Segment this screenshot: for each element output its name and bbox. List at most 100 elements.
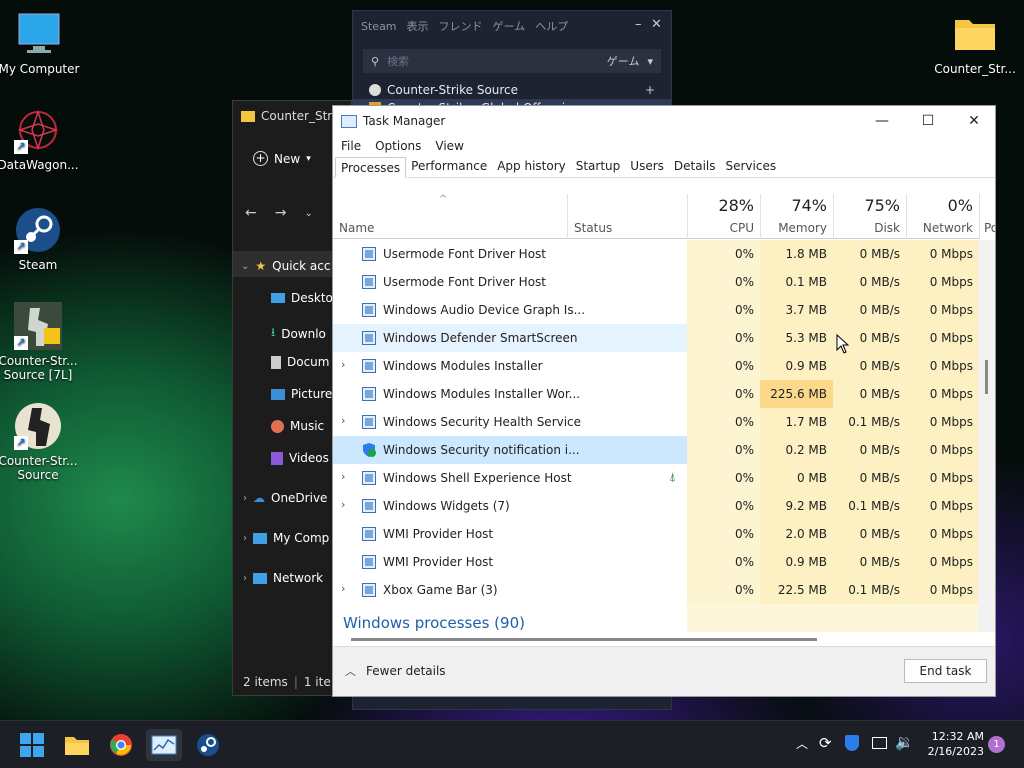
process-icon [361, 302, 377, 318]
desktop-icon-my-computer[interactable]: My Computer [0, 10, 81, 76]
fewer-details-link[interactable]: Fewer details [366, 664, 446, 678]
tab-details[interactable]: Details [669, 156, 721, 177]
nav-downloads[interactable]: ⭳ Downlo [271, 323, 326, 344]
process-row[interactable]: › Windows Shell Experience Host ⍋ 0% 0 MB 0 M… [333, 464, 979, 492]
nav-network[interactable]: › Network [243, 571, 323, 585]
steam-menu-help[interactable]: ヘルプ [535, 18, 568, 34]
process-row[interactable]: › Windows Security Health Service 0% 1.7 MB… [333, 408, 979, 436]
nav-videos[interactable]: Videos [271, 451, 329, 465]
task-manager-titlebar[interactable]: Task Manager — ☐ ✕ [333, 106, 995, 136]
vertical-scrollbar[interactable] [978, 240, 995, 632]
nav-music[interactable]: Music [271, 419, 324, 433]
desktop-icon-css-7l[interactable]: ↗ Counter-Str... Source [7L] [0, 302, 80, 382]
taskbar-file-explorer[interactable] [59, 729, 95, 761]
shortcut-arrow-icon: ↗ [14, 140, 28, 154]
process-row[interactable]: WMI Provider Host 0% 0.9 MB 0 MB/s 0 Mbps [333, 548, 979, 576]
nav-my-computer[interactable]: › My Comp [243, 531, 329, 545]
scrollbar-thumb[interactable] [351, 638, 817, 641]
steam-search-bar[interactable]: ⚲ 検索 ゲーム ▾ [363, 49, 661, 73]
memory-total-pct: 74% [791, 196, 827, 215]
process-row[interactable]: › Windows Modules Installer 0% 0.9 MB 0 MB/s… [333, 352, 979, 380]
back-arrow-icon[interactable]: ← [245, 205, 257, 221]
menu-options[interactable]: Options [375, 139, 421, 153]
tab-processes[interactable]: Processes [335, 157, 407, 178]
maximize-button[interactable]: ☐ [905, 106, 951, 136]
column-status[interactable]: Status [567, 194, 687, 239]
menu-view[interactable]: View [435, 139, 463, 153]
process-disk: 0 MB/s [833, 268, 906, 296]
expand-chevron-icon[interactable]: › [341, 358, 345, 371]
nav-desktop[interactable]: Desktop [271, 291, 341, 305]
process-row[interactable]: Windows Modules Installer Wor... 0% 225.6 … [333, 380, 979, 408]
close-icon[interactable]: ✕ [651, 17, 662, 32]
start-button[interactable] [14, 729, 50, 761]
column-power[interactable]: Po [979, 194, 995, 239]
steam-menu-games[interactable]: ゲーム [493, 18, 526, 34]
chevron-down-icon[interactable]: ⌄ [304, 208, 312, 219]
process-row[interactable]: Windows Defender SmartScreen 0% 5.3 MB 0 MB… [333, 324, 979, 352]
steam-menu-view[interactable]: 表示 [407, 18, 429, 34]
volume-icon[interactable]: 🔉 [895, 733, 914, 751]
process-row[interactable]: Windows Security notification i... 0% 0.2 … [333, 436, 979, 464]
forward-arrow-icon[interactable]: → [275, 205, 287, 221]
nav-onedrive[interactable]: › ☁ OneDrive [243, 491, 327, 505]
notification-badge[interactable]: 1 [988, 736, 1005, 753]
process-row[interactable]: Usermode Font Driver Host 0% 1.8 MB 0 MB/s 0… [333, 240, 979, 268]
tab-users[interactable]: Users [625, 156, 669, 177]
task-manager-window[interactable]: Task Manager — ☐ ✕ File Options View Pro… [332, 105, 996, 697]
process-row[interactable]: WMI Provider Host 0% 2.0 MB 0 MB/s 0 Mbps [333, 520, 979, 548]
process-cpu: 0% [687, 324, 760, 352]
column-network[interactable]: 0% Network [906, 194, 979, 239]
expand-chevron-icon[interactable]: › [341, 470, 345, 483]
desktop-icon-css[interactable]: ↗ Counter-Str... Source [0, 402, 80, 482]
sync-icon[interactable]: ⟳ [819, 734, 832, 752]
process-row[interactable]: Windows Audio Device Graph Is... 0% 3.7 MB… [333, 296, 979, 324]
close-button[interactable]: ✕ [951, 106, 997, 136]
taskbar-task-manager[interactable] [146, 729, 182, 761]
tab-startup[interactable]: Startup [571, 156, 626, 177]
new-button[interactable]: + New ▾ [253, 151, 311, 166]
steam-filter-dropdown[interactable]: ゲーム [607, 53, 640, 69]
tab-app-history[interactable]: App history [492, 156, 571, 177]
document-icon [271, 355, 281, 369]
column-name[interactable]: ^ Name [333, 194, 567, 239]
column-cpu[interactable]: 28% CPU [687, 194, 760, 239]
tab-performance[interactable]: Performance [406, 156, 492, 177]
column-disk-label: Disk [874, 221, 900, 235]
security-shield-icon[interactable] [845, 735, 859, 751]
process-row[interactable]: › Windows Widgets (7) 0% 9.2 MB 0.1 MB/s 0 Mb… [333, 492, 979, 520]
process-name: Usermode Font Driver Host [383, 247, 546, 261]
column-disk[interactable]: 75% Disk [833, 194, 906, 239]
horizontal-scrollbar[interactable] [333, 633, 979, 645]
clock[interactable]: 12:32 AM 2/16/2023 [924, 729, 984, 759]
plus-icon[interactable]: + [645, 83, 655, 97]
steam-menu-friends[interactable]: フレンド [439, 18, 483, 34]
steam-menu-steam[interactable]: Steam [361, 20, 397, 33]
chevron-up-icon[interactable]: ︿ [796, 735, 808, 752]
scrollbar-thumb[interactable] [985, 360, 988, 394]
column-memory[interactable]: 74% Memory [760, 194, 833, 239]
expand-chevron-icon[interactable]: › [341, 414, 345, 427]
menu-file[interactable]: File [341, 139, 361, 153]
process-group-header[interactable]: Windows processes (90) [343, 614, 525, 632]
process-row[interactable]: › Xbox Game Bar (3) 0% 22.5 MB 0.1 MB/s 0 Mbp… [333, 576, 979, 604]
nav-quick-access[interactable]: ⌄ ★ Quick acc [241, 259, 330, 273]
process-cpu: 0% [687, 352, 760, 380]
end-task-button[interactable]: End task [904, 659, 987, 683]
display-icon[interactable] [872, 737, 887, 749]
nav-pictures[interactable]: Pictures [271, 387, 339, 401]
taskbar-chrome[interactable] [103, 729, 139, 761]
expand-chevron-icon[interactable]: › [341, 498, 345, 511]
minimize-icon[interactable]: – [635, 17, 642, 32]
minimize-button[interactable]: — [859, 106, 905, 136]
desktop-icon-datawagon[interactable]: ↗ DataWagon... [0, 106, 80, 172]
expand-chevron-icon[interactable]: › [341, 582, 345, 595]
steam-game-item[interactable]: Counter-Strike Source + [353, 81, 671, 99]
process-row[interactable]: Usermode Font Driver Host 0% 0.1 MB 0 MB/s 0… [333, 268, 979, 296]
nav-documents[interactable]: Docum [271, 355, 329, 369]
taskbar-steam[interactable] [190, 729, 226, 761]
tab-services[interactable]: Services [721, 156, 782, 177]
desktop-icon-steam[interactable]: ↗ Steam [0, 206, 80, 272]
steam-search-input[interactable]: 検索 [387, 53, 599, 69]
desktop-icon-counter-str-folder[interactable]: Counter_Str... [933, 10, 1017, 76]
